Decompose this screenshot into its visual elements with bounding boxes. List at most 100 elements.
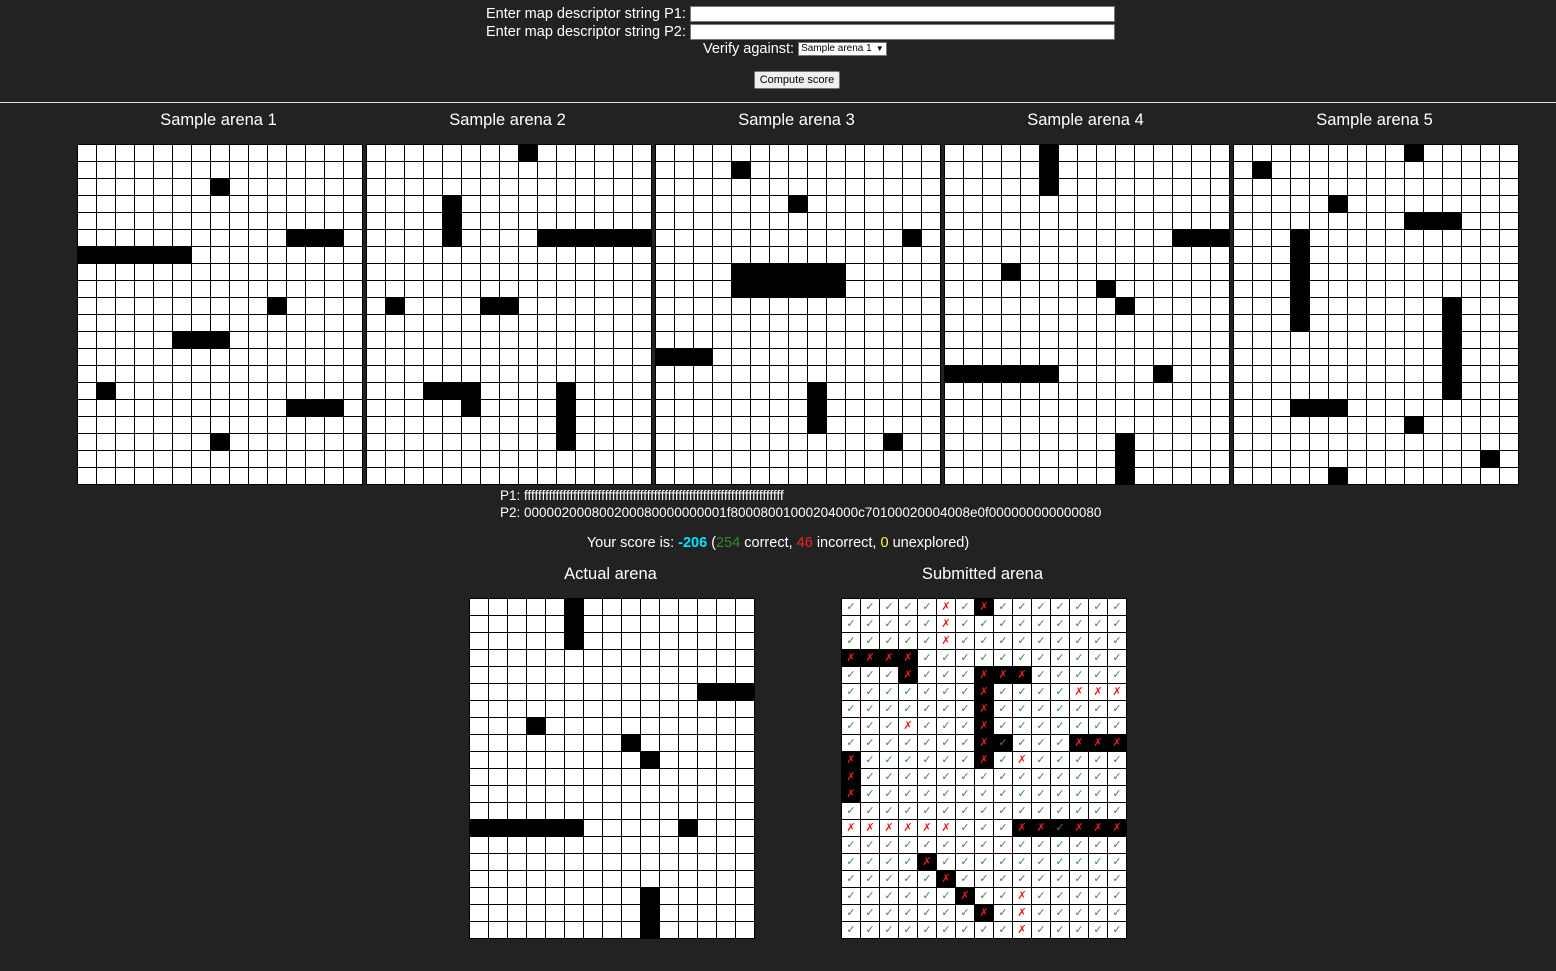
arena-cell — [622, 599, 641, 616]
arena-cell — [325, 468, 344, 485]
arena-cell — [443, 315, 462, 332]
arena-cell — [470, 650, 489, 667]
arena-cell — [633, 247, 652, 264]
arena-cell — [287, 366, 306, 383]
arena-cell — [546, 650, 565, 667]
arena-cell — [1329, 264, 1348, 281]
compute-score-button[interactable]: Compute score — [754, 71, 840, 89]
arena-cell — [1367, 230, 1386, 247]
arena-cell — [405, 366, 424, 383]
arena-cell — [192, 315, 211, 332]
p1-input[interactable] — [689, 6, 1115, 23]
arena-cell — [1192, 417, 1211, 434]
arena-cell — [249, 162, 268, 179]
arena-cell — [1253, 417, 1272, 434]
correct-mark-cell: ✓ — [1032, 854, 1051, 871]
arena-cell — [1135, 315, 1154, 332]
arena-cell — [827, 366, 846, 383]
arena-cell — [736, 650, 755, 667]
arena-cell — [1291, 213, 1310, 230]
arena-cell — [903, 162, 922, 179]
arena-cell — [508, 735, 527, 752]
arena-cell — [1192, 468, 1211, 485]
arena-cell — [1405, 247, 1424, 264]
correct-mark-cell: ✓ — [918, 769, 937, 786]
arena-cell — [964, 298, 983, 315]
arena-cell — [1097, 468, 1116, 485]
arena-cell — [78, 315, 97, 332]
correct-mark-cell: ✓ — [880, 684, 899, 701]
arena-cell — [1234, 383, 1253, 400]
arena-cell — [565, 888, 584, 905]
arena-cell — [865, 247, 884, 264]
incorrect-label: incorrect, — [812, 535, 881, 551]
arena-cell — [508, 684, 527, 701]
arena-cell — [386, 468, 405, 485]
arena-cell — [846, 264, 865, 281]
incorrect-mark-cell: ✗ — [899, 718, 918, 735]
correct-mark-cell: ✓ — [1070, 599, 1089, 616]
arena-cell — [443, 264, 462, 281]
incorrect-mark-cell: ✗ — [1108, 820, 1127, 837]
arena-cell — [1116, 332, 1135, 349]
correct-mark-cell: ✓ — [880, 718, 899, 735]
arena-cell — [489, 735, 508, 752]
arena-cell — [614, 332, 633, 349]
arena-cell — [1367, 400, 1386, 417]
arena-cell — [135, 468, 154, 485]
correct-mark-cell: ✓ — [842, 888, 861, 905]
correct-mark-cell: ✓ — [1013, 701, 1032, 718]
correct-mark-cell: ✓ — [842, 684, 861, 701]
arena-cell — [470, 735, 489, 752]
arena-cell — [622, 616, 641, 633]
arena-cell — [154, 247, 173, 264]
arena-cell — [1500, 315, 1519, 332]
arena-cell — [249, 383, 268, 400]
arena-cell — [116, 281, 135, 298]
arena-cell — [584, 820, 603, 837]
correct-mark-cell: ✓ — [918, 599, 937, 616]
arena-cell — [481, 451, 500, 468]
arena-cell — [1405, 434, 1424, 451]
arena-cell — [1500, 332, 1519, 349]
arena-cell — [983, 298, 1002, 315]
arena-cell — [1310, 162, 1329, 179]
arena-cell — [527, 752, 546, 769]
arena-cell — [1002, 179, 1021, 196]
arena-cell — [903, 332, 922, 349]
incorrect-mark-cell: ✗ — [880, 650, 899, 667]
correct-mark-cell: ✓ — [1051, 735, 1070, 752]
correct-mark-cell: ✓ — [1089, 616, 1108, 633]
arena-cell — [192, 247, 211, 264]
p2-input[interactable] — [689, 24, 1115, 41]
arena-cell — [443, 349, 462, 366]
arena-cell — [903, 179, 922, 196]
arena-cell — [1192, 264, 1211, 281]
arena-cell — [1097, 417, 1116, 434]
correct-mark-cell: ✓ — [880, 922, 899, 939]
arena-cell — [325, 332, 344, 349]
arena-cell — [1424, 162, 1443, 179]
arena-cell — [546, 871, 565, 888]
arena-cell — [1310, 332, 1329, 349]
arena-cell — [717, 633, 736, 650]
correct-mark-cell: ✓ — [842, 854, 861, 871]
arena-cell — [922, 281, 941, 298]
correct-mark-cell: ✓ — [861, 667, 880, 684]
arena-cell — [443, 468, 462, 485]
arena-cell — [808, 366, 827, 383]
arena-cell — [1116, 383, 1135, 400]
incorrect-mark-cell: ✗ — [842, 786, 861, 803]
arena-cell — [1234, 247, 1253, 264]
arena-cell — [1272, 417, 1291, 434]
arena-cell — [1021, 451, 1040, 468]
verify-select[interactable]: Sample arena 1 ▼ — [798, 42, 887, 57]
arena-cell — [614, 468, 633, 485]
arena-cell — [713, 162, 732, 179]
arena-cell — [519, 196, 538, 213]
correct-mark-cell: ✓ — [842, 718, 861, 735]
arena-cell — [287, 230, 306, 247]
arena-cell — [173, 349, 192, 366]
arena-cell — [641, 837, 660, 854]
arena-cell — [424, 468, 443, 485]
